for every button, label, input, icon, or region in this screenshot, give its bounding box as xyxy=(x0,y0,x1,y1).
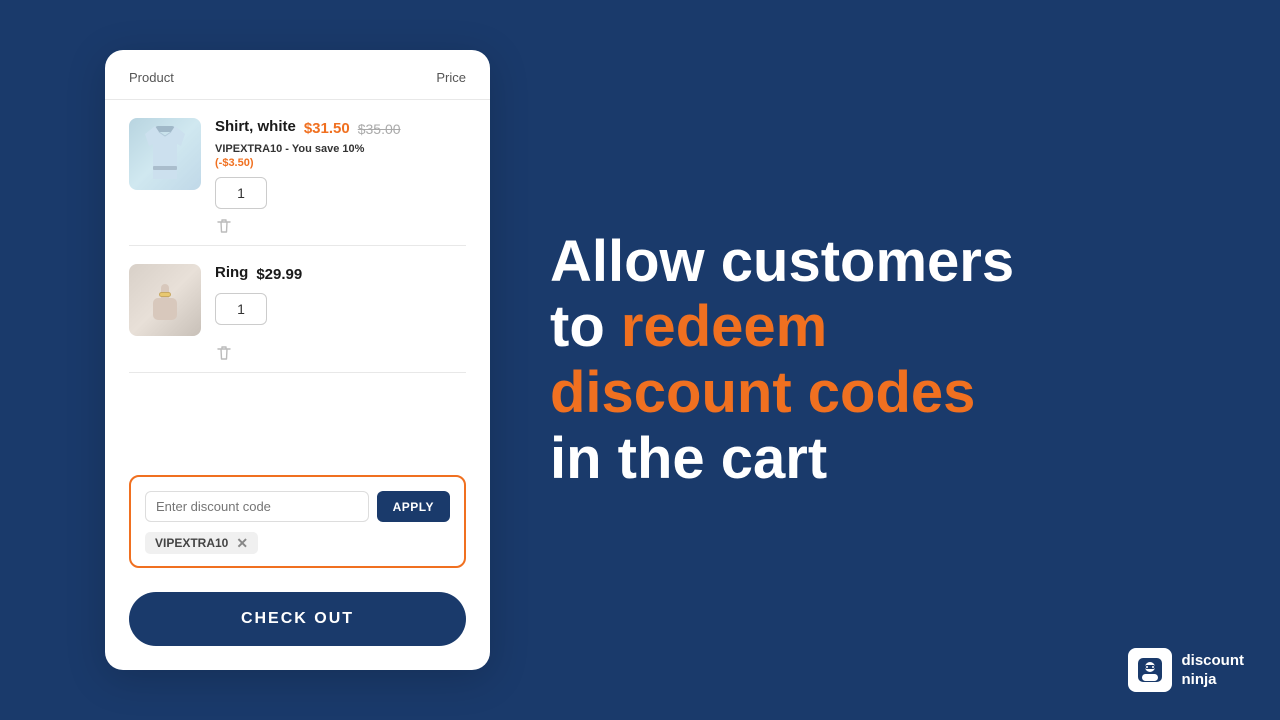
discount-input-row: APPLY xyxy=(145,491,450,522)
table-row: Shirt, white $31.50 $35.00 VIPEXTRA10 - … xyxy=(129,100,466,246)
ninja-icon xyxy=(1134,654,1166,686)
table-row: Ring $29.99 1 xyxy=(129,246,466,373)
quantity-box-ring[interactable]: 1 xyxy=(215,293,267,325)
trash-icon xyxy=(215,217,233,235)
promo-line3-orange: discount codes xyxy=(550,360,975,425)
product-name-ring: Ring xyxy=(215,264,248,281)
product-name-shirt: Shirt, white xyxy=(215,118,296,135)
discount-box: APPLY VIPEXTRA10 ✕ xyxy=(129,475,466,568)
product-price-ring: $29.99 xyxy=(256,266,302,283)
cart-item-info-ring: Ring $29.99 1 xyxy=(215,264,466,325)
quantity-box-shirt[interactable]: 1 xyxy=(215,177,267,209)
product-image-shirt xyxy=(129,118,201,190)
promo-headline: Allow customers to redeem discount codes… xyxy=(550,229,1030,491)
cart-item-info-shirt: Shirt, white $31.50 $35.00 VIPEXTRA10 - … xyxy=(215,118,466,209)
product-price-discounted: $31.50 xyxy=(304,120,350,137)
cart-card: Product Price xyxy=(105,50,490,670)
coupon-code-label: VIPEXTRA10 xyxy=(155,536,228,550)
trash-icon xyxy=(215,344,233,362)
cart-header-price: Price xyxy=(436,70,466,85)
brand-name: discount ninja xyxy=(1182,651,1245,690)
brand-logo: discount ninja xyxy=(1128,648,1245,692)
discount-code-input[interactable] xyxy=(145,491,369,522)
promo-line4: in the cart xyxy=(550,426,827,491)
brand-icon xyxy=(1128,648,1172,692)
discount-section: APPLY VIPEXTRA10 ✕ xyxy=(105,459,490,582)
delete-shirt[interactable] xyxy=(129,209,466,235)
discount-saving: (-$3.50) xyxy=(215,157,466,169)
delete-ring[interactable] xyxy=(129,336,466,362)
product-image-ring xyxy=(129,264,201,336)
discount-code-label: VIPEXTRA10 - You save 10% xyxy=(215,143,466,155)
brand-name-line1: discount xyxy=(1182,651,1245,671)
coupon-remove-button[interactable]: ✕ xyxy=(236,536,248,550)
promo-line2-orange: redeem xyxy=(621,294,827,359)
coupon-tag: VIPEXTRA10 ✕ xyxy=(145,532,258,554)
promo-line2-white: to xyxy=(550,294,621,359)
checkout-section: CHECK OUT xyxy=(105,582,490,646)
promo-text: Allow customers to redeem discount codes… xyxy=(490,229,1110,491)
page-container: Product Price xyxy=(0,0,1280,720)
promo-line1: Allow customers xyxy=(550,229,1014,294)
cart-header-product: Product xyxy=(129,70,174,85)
brand-name-line2: ninja xyxy=(1182,670,1245,690)
cart-items: Shirt, white $31.50 $35.00 VIPEXTRA10 - … xyxy=(105,100,490,459)
product-price-original: $35.00 xyxy=(358,121,401,137)
checkout-button[interactable]: CHECK OUT xyxy=(129,592,466,646)
apply-button[interactable]: APPLY xyxy=(377,491,450,522)
cart-header: Product Price xyxy=(105,70,490,100)
